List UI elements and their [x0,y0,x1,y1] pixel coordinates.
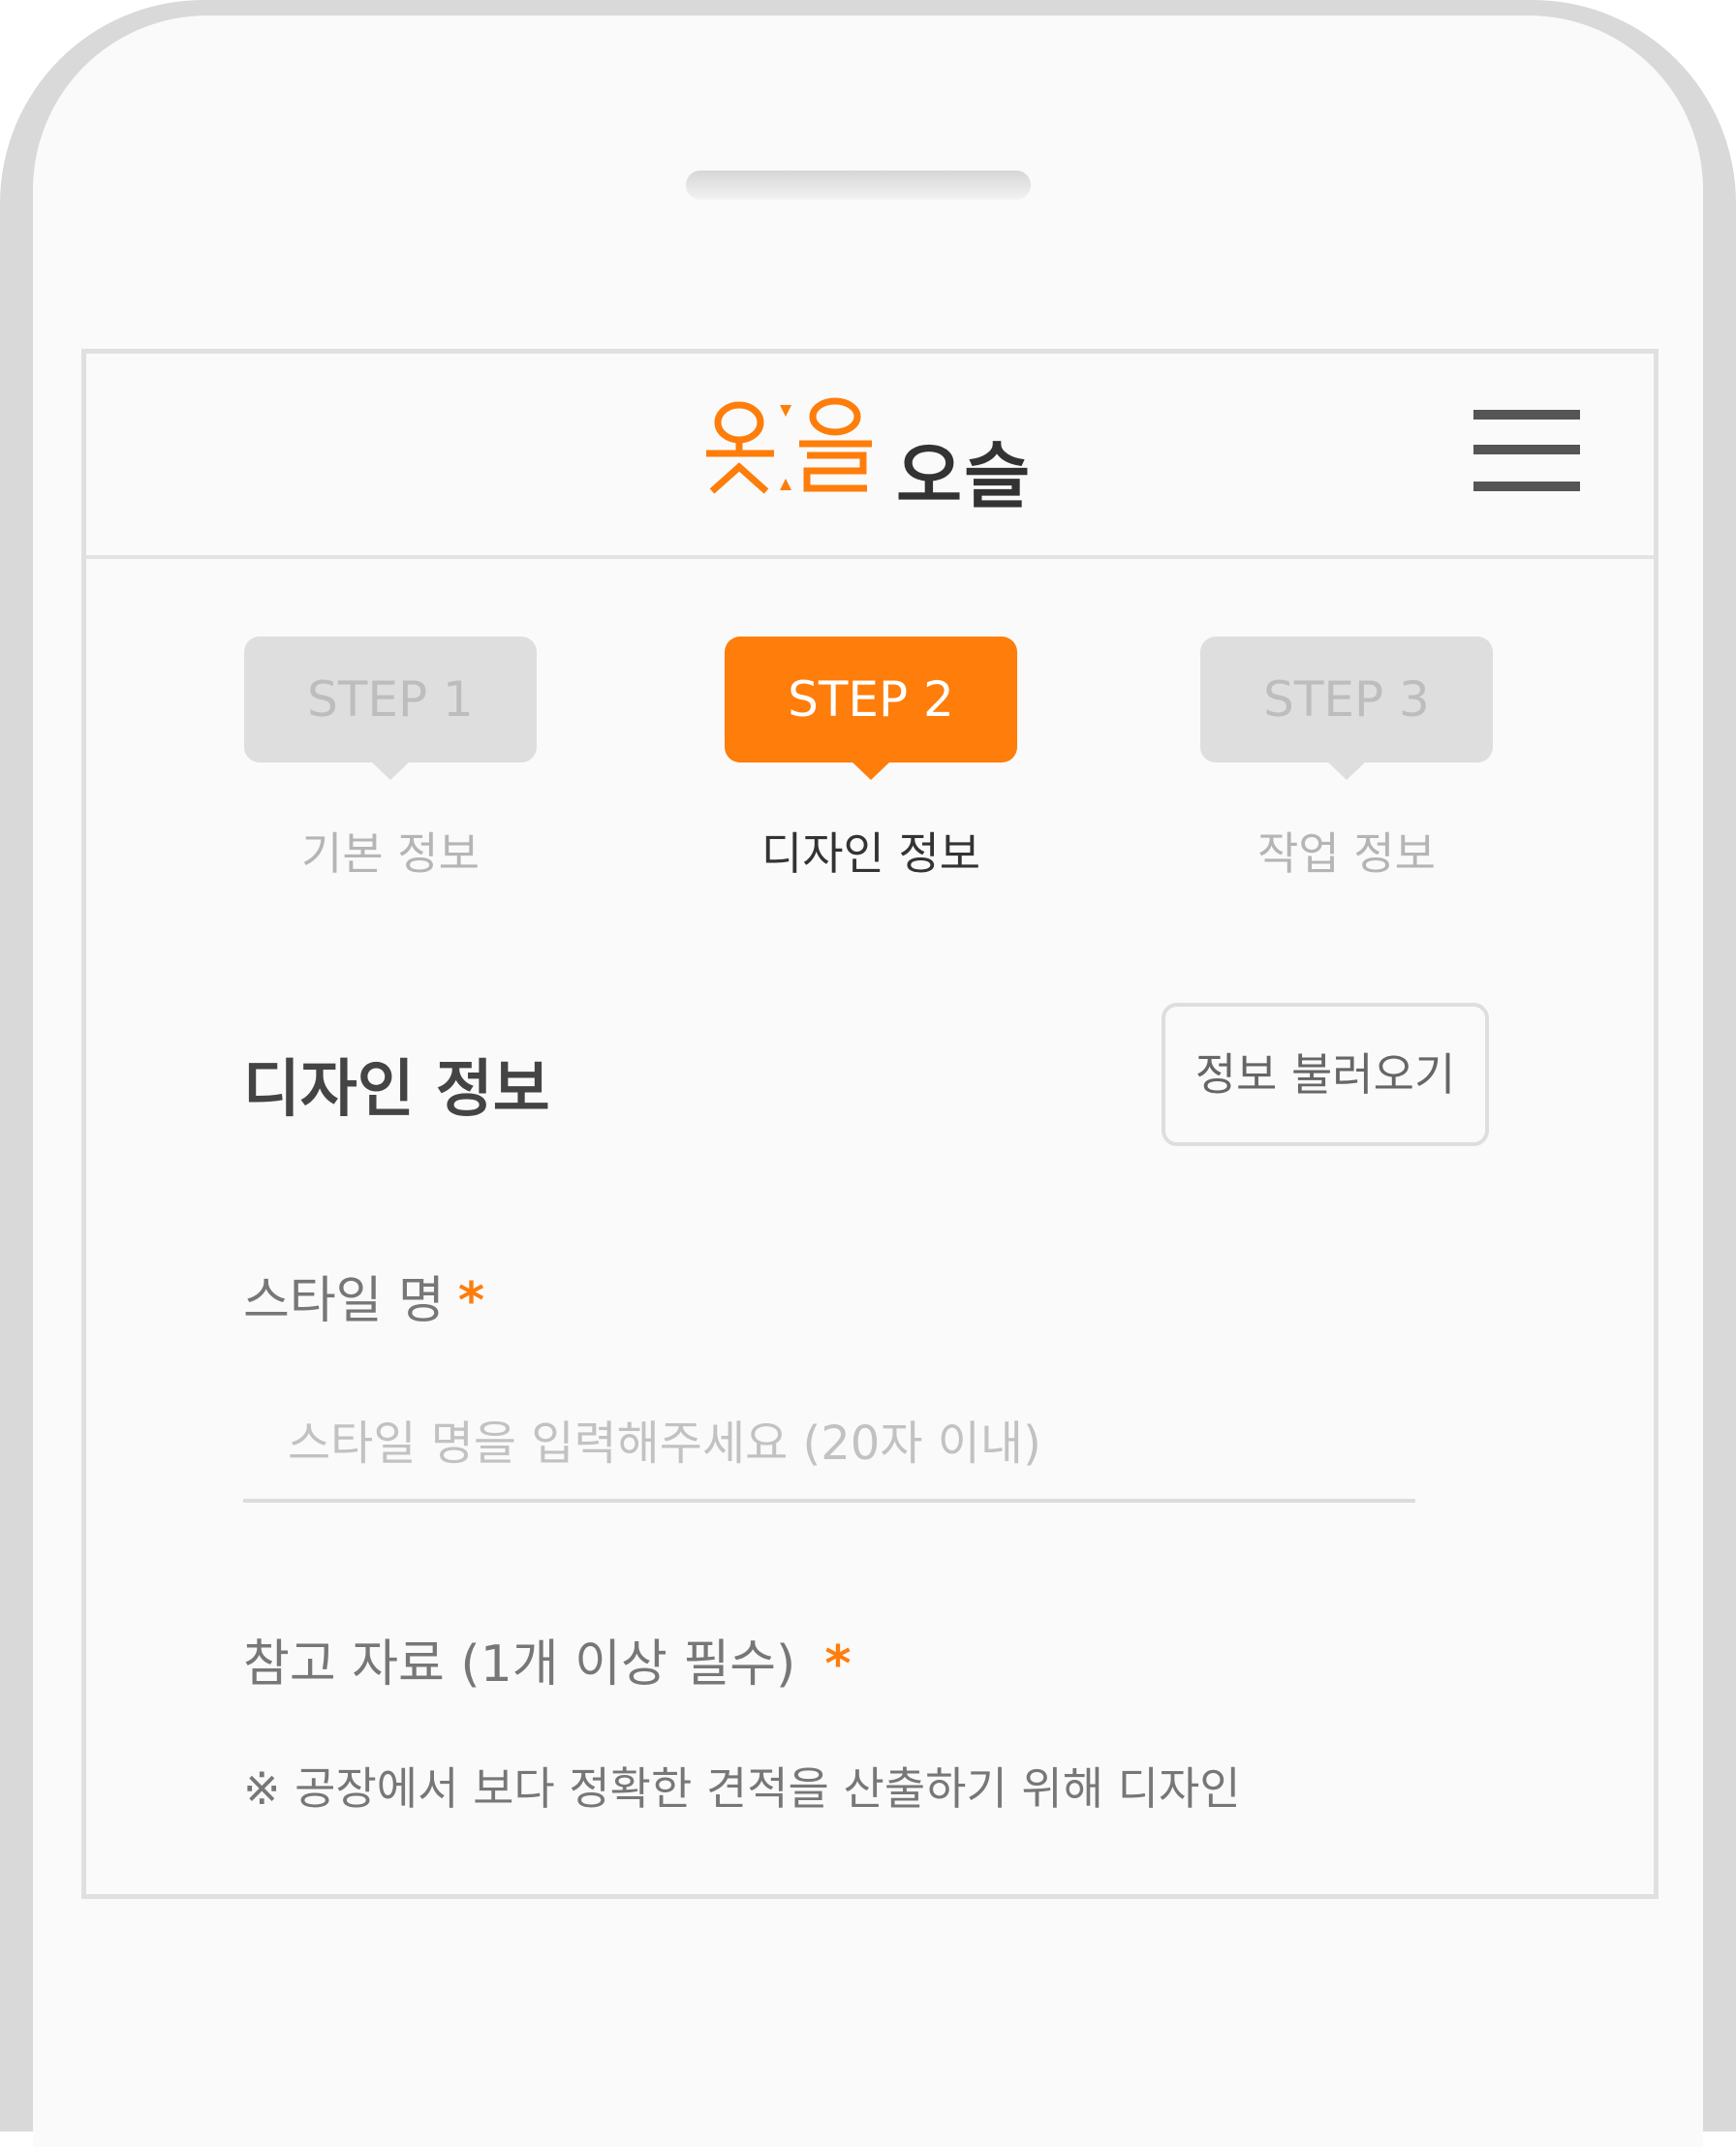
style-name-label: 스타일 명 * [243,1260,484,1332]
phone-speaker [686,171,1031,200]
required-mark: * [824,1635,852,1694]
step-2-tab[interactable]: STEP 2 [725,637,1017,780]
step-1-pointer [370,761,411,780]
menu-line [1473,482,1580,491]
brand-logo-mark [706,397,872,494]
app-screen: 오슬 STEP 1 기본 정보 STEP 2 디자인 정보 STEP 3 작업 … [81,349,1658,1899]
section-title: 디자인 정보 [243,1054,550,1126]
step-3-badge: STEP 3 [1200,637,1493,762]
step-2-badge: STEP 2 [725,637,1017,762]
menu-line [1473,445,1580,454]
brand-logo-text: 오슬 [896,435,1033,518]
style-name-input[interactable] [243,1388,1415,1503]
step-3-pointer [1326,761,1367,780]
load-info-button[interactable]: 정보 불러오기 [1162,1003,1489,1146]
style-name-label-text: 스타일 명 [243,1272,445,1330]
app-header: 오슬 [86,354,1654,559]
reference-label: 참고 자료 (1개 이상 필수) * [243,1623,852,1696]
menu-line [1473,410,1580,420]
reference-label-text: 참고 자료 (1개 이상 필수) [243,1635,796,1694]
step-3-tab[interactable]: STEP 3 [1200,637,1493,780]
step-1-tab[interactable]: STEP 1 [244,637,537,780]
reference-notice: ※ 공장에서 보다 정확한 견적을 산출하기 위해 디자인 [243,1762,1241,1815]
step-1-label: 기본 정보 [301,827,480,880]
required-mark: * [457,1272,485,1330]
step-2-pointer [851,761,891,780]
step-3-label: 작업 정보 [1257,827,1436,880]
step-1-badge: STEP 1 [244,637,537,762]
step-2-label: 디자인 정보 [760,827,981,880]
hamburger-menu-icon[interactable] [1473,410,1580,493]
